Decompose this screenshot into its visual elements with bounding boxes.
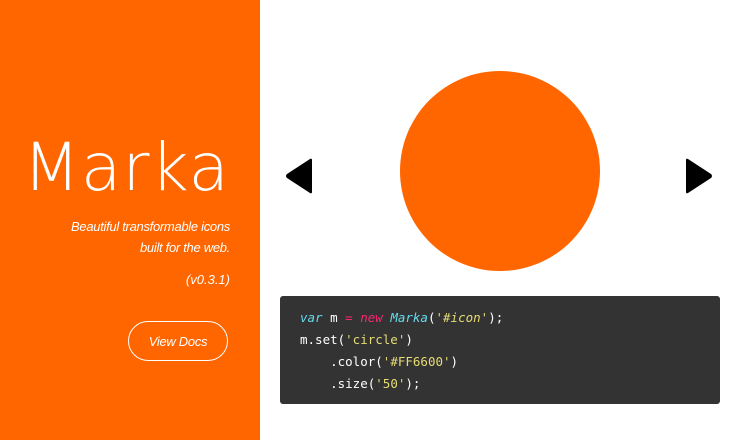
brand-title: Marka bbox=[22, 129, 230, 206]
code-line-2: m.set('circle') bbox=[300, 329, 700, 351]
code-string: '#icon' bbox=[435, 310, 489, 325]
tagline: Beautiful transformable icons built for … bbox=[10, 216, 230, 258]
code-keyword-var: var bbox=[300, 310, 323, 325]
code-string: '50' bbox=[375, 376, 406, 391]
previous-icon-button[interactable] bbox=[282, 156, 318, 196]
view-docs-button[interactable]: View Docs bbox=[128, 321, 228, 361]
code-call: m.set( bbox=[300, 332, 346, 347]
code-paren: ) bbox=[450, 354, 459, 369]
code-paren: ); bbox=[405, 376, 421, 391]
code-call: .size( bbox=[300, 376, 376, 391]
code-string: 'circle' bbox=[345, 332, 406, 347]
code-class-name: Marka bbox=[390, 310, 428, 325]
code-paren: ( bbox=[427, 310, 436, 325]
code-example: var m = new Marka('#icon'); m.set('circle… bbox=[280, 296, 720, 404]
triangle-right-icon bbox=[686, 158, 712, 194]
code-paren: ) bbox=[405, 332, 413, 347]
code-paren: ); bbox=[488, 310, 504, 325]
code-line-3: .color('#FF6600') bbox=[300, 351, 700, 373]
circle-preview-icon bbox=[400, 71, 600, 271]
code-string: '#FF6600' bbox=[382, 354, 451, 369]
code-line-4: .size('50'); bbox=[300, 373, 700, 395]
code-operator: = bbox=[345, 310, 353, 325]
code-keyword-new: new bbox=[360, 310, 383, 325]
icon-stage: var m = new Marka('#icon'); m.set('circle… bbox=[260, 0, 755, 440]
version-label: (v0.3.1) bbox=[185, 272, 230, 287]
code-call: .color( bbox=[300, 354, 383, 369]
code-variable: m bbox=[322, 310, 346, 325]
code-line-1: var m = new Marka('#icon'); bbox=[300, 307, 700, 329]
tagline-line-1: Beautiful transformable icons bbox=[71, 219, 230, 234]
page: Marka Beautiful transformable icons buil… bbox=[0, 0, 755, 440]
sidebar: Marka Beautiful transformable icons buil… bbox=[0, 0, 260, 440]
triangle-left-icon bbox=[286, 158, 312, 194]
next-icon-button[interactable] bbox=[680, 156, 716, 196]
tagline-line-2: built for the web. bbox=[140, 240, 230, 255]
